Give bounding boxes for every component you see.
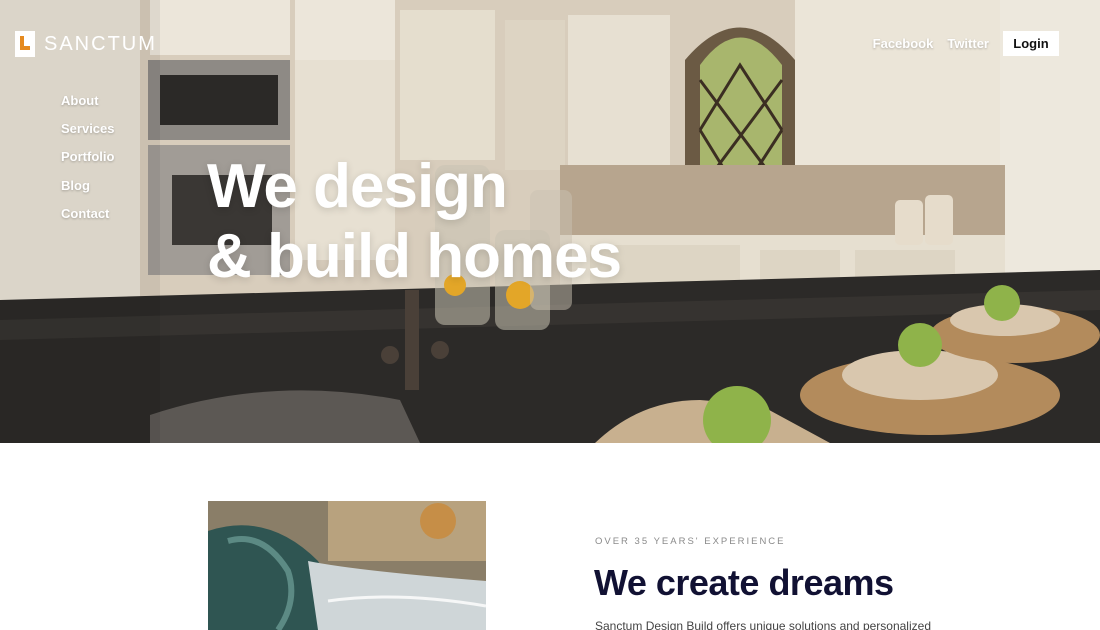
hero-banner: SANCTUM About Services Portfolio Blog Co…: [0, 0, 1100, 443]
logo-mark-icon: [15, 31, 35, 57]
brand-logo[interactable]: SANCTUM: [15, 31, 157, 57]
hero-headline: We design & build homes: [207, 152, 622, 292]
nav-item-blog[interactable]: Blog: [61, 177, 115, 205]
hero-headline-line-2: & build homes: [207, 222, 622, 291]
section-title: We create dreams: [594, 562, 894, 603]
facebook-link[interactable]: Facebook: [873, 36, 934, 51]
hero-headline-line-1: We design: [207, 152, 508, 221]
nav-item-about[interactable]: About: [61, 92, 115, 120]
section-body: Sanctum Design Build offers unique solut…: [595, 619, 931, 630]
login-button[interactable]: Login: [1003, 31, 1059, 56]
fountain-photo: [208, 501, 486, 630]
main-nav: About Services Portfolio Blog Contact: [61, 92, 115, 233]
nav-item-services[interactable]: Services: [61, 120, 115, 148]
brand-name: SANCTUM: [44, 32, 157, 55]
twitter-link[interactable]: Twitter: [947, 36, 989, 51]
nav-item-portfolio[interactable]: Portfolio: [61, 148, 115, 176]
fountain-image: [208, 501, 486, 630]
top-links: Facebook Twitter Login: [873, 31, 1059, 56]
section-eyebrow: OVER 35 YEARS' EXPERIENCE: [595, 536, 786, 547]
nav-item-contact[interactable]: Contact: [61, 205, 115, 233]
